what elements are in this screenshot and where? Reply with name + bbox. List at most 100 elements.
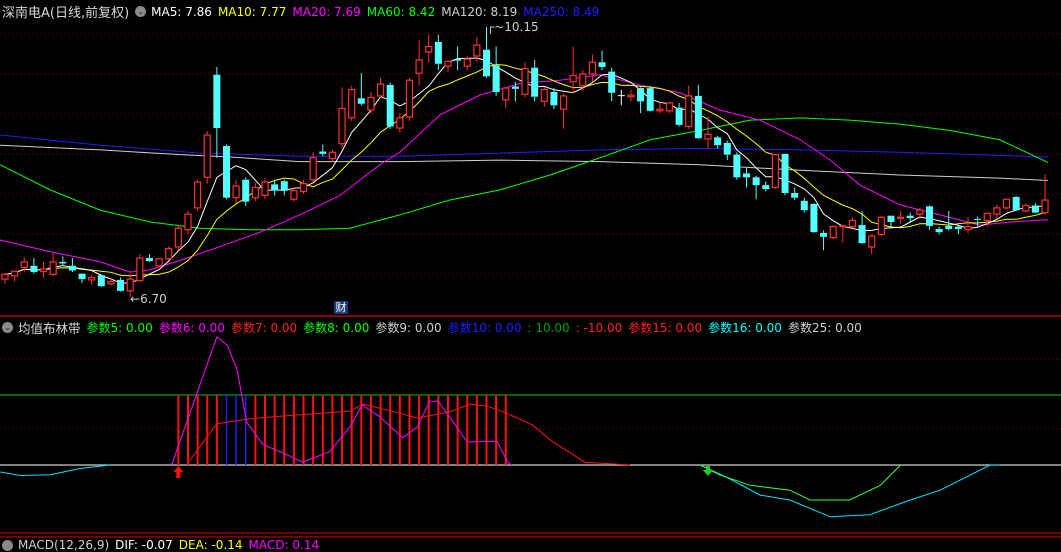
candle-body[interactable]	[820, 232, 828, 237]
candle-body[interactable]	[714, 137, 722, 146]
candle-body[interactable]	[357, 98, 365, 104]
candle-body[interactable]	[733, 154, 741, 178]
candle-body[interactable]	[367, 96, 375, 111]
chevron-down-icon[interactable]: ⌄	[2, 322, 13, 333]
indicator-title[interactable]: 均值布林带	[18, 318, 81, 337]
candle-body[interactable]	[791, 192, 799, 198]
candle-body[interactable]	[386, 84, 394, 127]
candle-body[interactable]	[203, 134, 211, 178]
candle-body[interactable]	[540, 89, 548, 102]
candle-body[interactable]	[685, 95, 693, 128]
candle-body[interactable]	[1022, 204, 1030, 212]
candle-body[interactable]	[800, 200, 808, 211]
candle-body[interactable]	[762, 185, 770, 190]
candle-body[interactable]	[136, 257, 144, 282]
candle-body[interactable]	[251, 186, 259, 199]
candle-body[interactable]	[550, 91, 558, 106]
candle-body[interactable]	[511, 86, 519, 89]
candle-body[interactable]	[271, 184, 279, 191]
candlesticks[interactable]	[1, 27, 1049, 298]
candle-body[interactable]	[694, 95, 702, 139]
candle-body[interactable]	[20, 261, 28, 268]
candle-body[interactable]	[425, 45, 433, 53]
candle-body[interactable]	[993, 207, 1001, 215]
candle-body[interactable]	[328, 151, 337, 160]
candle-body[interactable]	[964, 226, 972, 231]
candle-body[interactable]	[983, 212, 991, 222]
candle-body[interactable]	[954, 226, 962, 230]
candle-body[interactable]	[165, 247, 173, 260]
candle-body[interactable]	[78, 273, 86, 280]
candle-body[interactable]	[771, 154, 780, 189]
candle-body[interactable]	[925, 206, 933, 226]
candle-body[interactable]	[309, 157, 317, 181]
chevron-down-icon[interactable]: ⌄	[135, 6, 147, 17]
candle-body[interactable]	[829, 226, 837, 239]
candle-body[interactable]	[338, 107, 346, 145]
candle-body[interactable]	[299, 183, 308, 193]
candle-body[interactable]	[588, 61, 597, 75]
candle-body[interactable]	[531, 67, 539, 97]
candle-body[interactable]	[637, 88, 645, 102]
candle-body[interactable]	[858, 225, 866, 244]
candle-body[interactable]	[434, 41, 442, 64]
candle-body[interactable]	[781, 153, 789, 193]
candle-body[interactable]	[49, 261, 57, 276]
candle-body[interactable]	[145, 257, 153, 262]
candle-body[interactable]	[896, 216, 905, 219]
candle-body[interactable]	[752, 177, 760, 186]
candle-body[interactable]	[559, 95, 568, 110]
candle-body[interactable]	[88, 276, 96, 281]
candle-body[interactable]	[675, 107, 683, 125]
candle-body[interactable]	[887, 215, 895, 222]
candle-body[interactable]	[502, 87, 510, 101]
candle-body[interactable]	[598, 62, 606, 67]
candle-body[interactable]	[723, 142, 731, 155]
candle-body[interactable]	[184, 213, 192, 231]
candle-body[interactable]	[30, 265, 38, 273]
candle-body[interactable]	[579, 73, 587, 87]
candle-body[interactable]	[348, 89, 356, 119]
candle-body[interactable]	[1041, 199, 1049, 214]
candle-body[interactable]	[704, 133, 712, 140]
stock-title[interactable]: 深南电A(日线,前复权)	[2, 2, 129, 21]
candle-body[interactable]	[473, 44, 481, 57]
candle-body[interactable]	[444, 60, 452, 67]
candle-body[interactable]	[743, 173, 751, 178]
candle-body[interactable]	[627, 94, 635, 98]
candle-body[interactable]	[617, 95, 625, 97]
candle-body[interactable]	[261, 181, 269, 196]
candle-body[interactable]	[492, 65, 500, 92]
candle-body[interactable]	[107, 280, 115, 285]
candle-body[interactable]	[1, 273, 9, 280]
candle-body[interactable]	[656, 108, 664, 112]
candle-body[interactable]	[868, 235, 876, 248]
candle-body[interactable]	[59, 261, 67, 264]
candle-body[interactable]	[839, 225, 847, 228]
candle-body[interactable]	[155, 258, 163, 267]
candle-body[interactable]	[39, 268, 48, 272]
candle-body[interactable]	[213, 74, 221, 129]
candle-body[interactable]	[242, 179, 250, 202]
candle-body[interactable]	[483, 49, 490, 77]
candle-body[interactable]	[608, 71, 616, 93]
chevron-down-icon[interactable]	[2, 539, 13, 551]
candle-body[interactable]	[916, 209, 924, 215]
candle-body[interactable]	[1031, 205, 1039, 213]
candle-body[interactable]	[906, 215, 914, 219]
candle-body[interactable]	[454, 59, 462, 61]
candle-body[interactable]	[222, 146, 230, 198]
finance-badge[interactable]: 财	[334, 301, 348, 314]
candle-body[interactable]	[290, 190, 298, 200]
candle-body[interactable]	[376, 83, 385, 97]
candle-body[interactable]	[463, 58, 471, 67]
candle-body[interactable]	[415, 59, 423, 74]
candle-body[interactable]	[521, 67, 529, 95]
candle-body[interactable]	[569, 74, 577, 83]
candle-body[interactable]	[194, 181, 202, 209]
candle-body[interactable]	[1002, 198, 1011, 209]
candle-body[interactable]	[646, 88, 654, 111]
candle-body[interactable]	[405, 79, 414, 118]
candle-body[interactable]	[280, 181, 288, 191]
candle-body[interactable]	[68, 265, 76, 271]
